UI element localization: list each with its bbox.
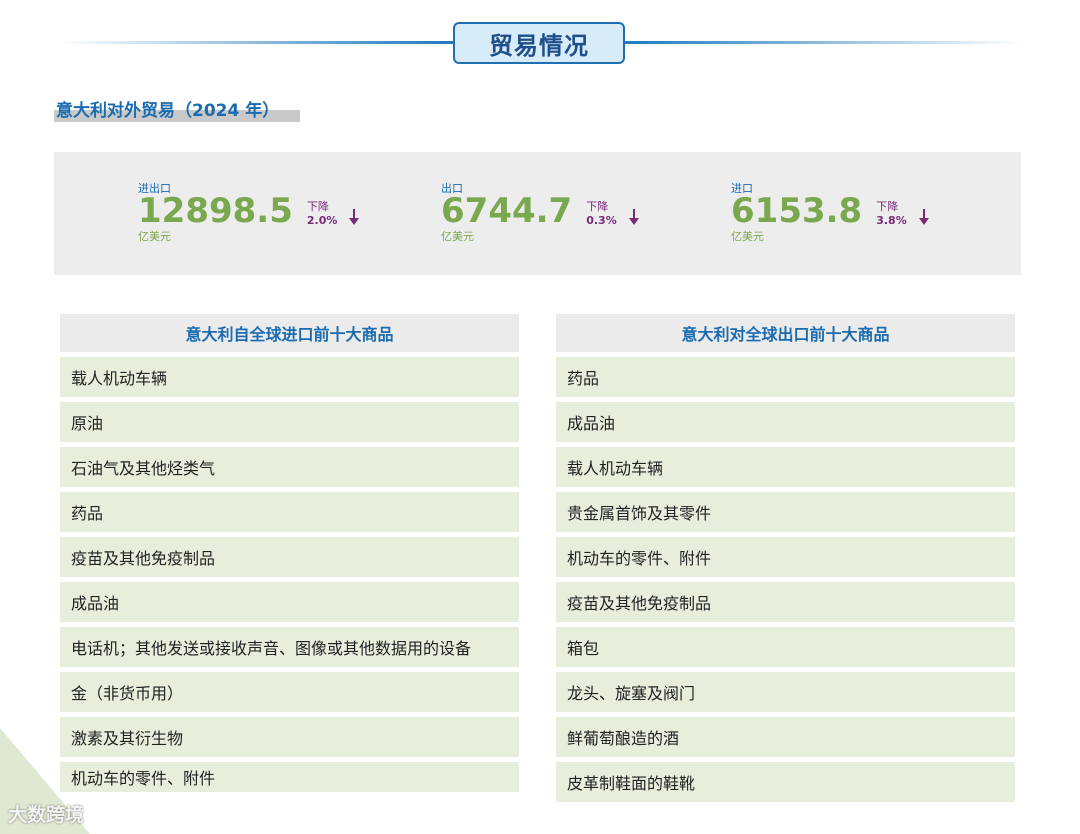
list-item: 载人机动车辆	[556, 447, 1015, 487]
list-item: 机动车的零件、附件	[556, 537, 1015, 577]
list-item: 疫苗及其他免疫制品	[556, 582, 1015, 622]
list-item: 激素及其衍生物	[60, 717, 519, 757]
page-subtitle: 意大利对外贸易（2024 年）	[56, 101, 280, 121]
stat-change-pct: 2.0%	[306, 214, 338, 227]
stat-change-word: 下降	[586, 200, 609, 213]
list-item: 鲜葡萄酿造的酒	[556, 717, 1015, 757]
list-item: 药品	[60, 492, 519, 532]
stat-exports: 出口 6744.7 下降 0.3% 亿美元	[441, 180, 641, 244]
export-top10-table: 意大利对全球出口前十大商品 药品 成品油 载人机动车辆 贵金属首饰及其零件 机动…	[556, 314, 1015, 802]
import-top10-table: 意大利自全球进口前十大商品 载人机动车辆 原油 石油气及其他烃类气 药品 疫苗及…	[60, 314, 519, 792]
table-heading: 意大利自全球进口前十大商品	[60, 314, 519, 352]
header-rule-right	[622, 41, 1024, 44]
list-item: 载人机动车辆	[60, 357, 519, 397]
stat-change-word: 下降	[876, 200, 899, 213]
list-item: 金（非货币用）	[60, 672, 519, 712]
down-arrow-icon	[918, 209, 929, 225]
list-item: 药品	[556, 357, 1015, 397]
stat-value: 6153.8	[731, 191, 863, 231]
list-item: 机动车的零件、附件	[60, 762, 519, 792]
list-item: 成品油	[556, 402, 1015, 442]
list-item: 皮革制鞋面的鞋靴	[556, 762, 1015, 802]
down-arrow-icon	[628, 209, 639, 225]
list-item: 箱包	[556, 627, 1015, 667]
stat-change-word: 下降	[306, 200, 329, 213]
list-item: 疫苗及其他免疫制品	[60, 537, 519, 577]
stat-change-pct: 0.3%	[586, 214, 617, 227]
table-heading: 意大利对全球出口前十大商品	[556, 314, 1015, 352]
trade-stats-panel: 进出口 12898.5 下降 2.0% 亿美元 出口 6744.7 下降 0.3% …	[54, 152, 1021, 275]
header-rule-left	[60, 41, 455, 44]
list-item: 石油气及其他烃类气	[60, 447, 519, 487]
stat-value: 6744.7	[441, 191, 573, 231]
section-title: 贸易情况	[453, 22, 625, 64]
stat-value: 12898.5	[138, 191, 293, 231]
list-item: 成品油	[60, 582, 519, 622]
list-item: 原油	[60, 402, 519, 442]
list-item: 龙头、旋塞及阀门	[556, 672, 1015, 712]
stat-imports: 进口 6153.8 下降 3.8% 亿美元	[731, 180, 931, 244]
watermark-logo: 大数跨境	[8, 800, 84, 827]
stat-total: 进出口 12898.5 下降 2.0% 亿美元	[138, 180, 361, 244]
watermark-text: 大数跨境	[8, 804, 85, 826]
stat-change-pct: 3.8%	[876, 214, 907, 227]
down-arrow-icon	[349, 209, 360, 225]
list-item: 电话机；其他发送或接收声音、图像或其他数据用的设备	[60, 627, 519, 667]
list-item: 贵金属首饰及其零件	[556, 492, 1015, 532]
